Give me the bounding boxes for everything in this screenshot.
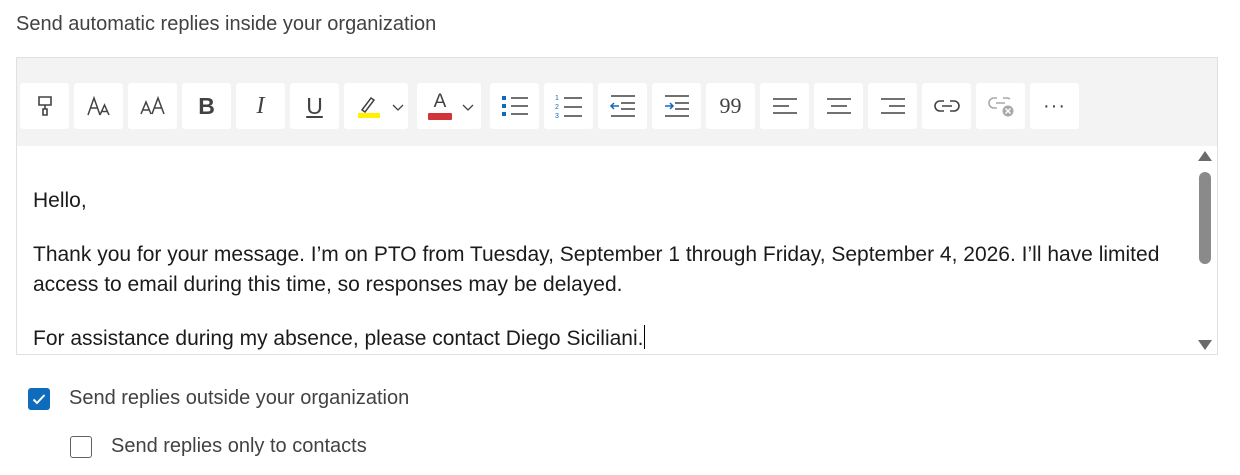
align-right-icon [880, 98, 905, 114]
align-left-button[interactable] [760, 83, 809, 129]
highlight-button[interactable] [344, 83, 408, 129]
quote-button[interactable]: 99 [706, 83, 755, 129]
align-right-button[interactable] [868, 83, 917, 129]
align-left-icon [772, 98, 797, 114]
decrease-indent-button[interactable] [598, 83, 647, 129]
svg-text:2: 2 [555, 104, 559, 111]
highlighter-icon [358, 96, 380, 118]
scroll-down-arrow[interactable] [1198, 340, 1212, 350]
font-icon [86, 95, 110, 116]
increase-indent-icon [664, 95, 689, 117]
underline-icon: U [306, 92, 323, 119]
underline-button[interactable]: U [290, 83, 339, 129]
scrollbar-thumb[interactable] [1199, 172, 1211, 264]
numbering-button[interactable]: 1 2 3 [544, 83, 593, 129]
send-outside-label: Send replies outside your organization [69, 387, 410, 409]
format-toolbar: B I U A 1 2 3 99 ··· [17, 58, 1217, 146]
quote-icon: 99 [719, 93, 742, 118]
svg-text:3: 3 [555, 113, 559, 119]
more-options-button[interactable]: ··· [1030, 83, 1079, 129]
decrease-indent-icon [609, 95, 635, 117]
font-size-button[interactable] [128, 83, 177, 129]
scroll-up-arrow[interactable] [1198, 151, 1212, 161]
text-cursor [644, 325, 646, 349]
increase-indent-button[interactable] [652, 83, 701, 129]
remove-link-icon [987, 97, 1013, 117]
align-center-button[interactable] [814, 83, 863, 129]
only-contacts-checkbox[interactable] [70, 435, 92, 458]
numbered-list-icon: 1 2 3 [555, 95, 582, 119]
bold-icon: B [198, 92, 215, 119]
message-closing: For assistance during my absence, please… [33, 327, 644, 350]
bold-button[interactable]: B [182, 83, 231, 129]
font-size-icon [139, 96, 165, 115]
message-body[interactable]: Hello, Thank you for your message. I’m o… [17, 146, 1193, 354]
format-painter-button[interactable] [20, 83, 69, 129]
insert-link-button[interactable] [922, 83, 971, 129]
only-contacts-label: Send replies only to contacts [111, 435, 367, 457]
send-outside-checkbox[interactable] [28, 387, 50, 410]
send-outside-option[interactable]: Send replies outside your organization [28, 387, 409, 410]
italic-icon: I [256, 92, 265, 119]
bullets-button[interactable] [490, 83, 539, 129]
align-center-icon [826, 98, 851, 114]
chevron-down-icon[interactable] [392, 104, 404, 112]
font-color-button[interactable]: A [417, 83, 481, 129]
message-greeting: Hello, [33, 189, 87, 212]
chevron-down-icon[interactable] [462, 104, 474, 112]
bullet-list-icon [501, 96, 528, 116]
format-painter-icon [37, 96, 52, 116]
message-editor[interactable]: B I U A 1 2 3 99 ··· Hello, Thank you for … [16, 57, 1218, 355]
remove-link-button[interactable] [976, 83, 1025, 129]
page-heading: Send automatic replies inside your organ… [16, 13, 437, 35]
italic-button[interactable]: I [236, 83, 285, 129]
only-contacts-option[interactable]: Send replies only to contacts [70, 435, 367, 458]
font-color-icon: A [428, 92, 452, 120]
link-icon [933, 100, 960, 112]
checkmark-icon [32, 393, 46, 404]
font-button[interactable] [74, 83, 123, 129]
message-paragraph: Thank you for your message. I’m on PTO f… [33, 243, 1160, 296]
more-icon: ··· [1043, 94, 1066, 117]
svg-text:1: 1 [555, 95, 559, 102]
message-paragraph: For assistance during my absence, please… [33, 324, 1177, 354]
